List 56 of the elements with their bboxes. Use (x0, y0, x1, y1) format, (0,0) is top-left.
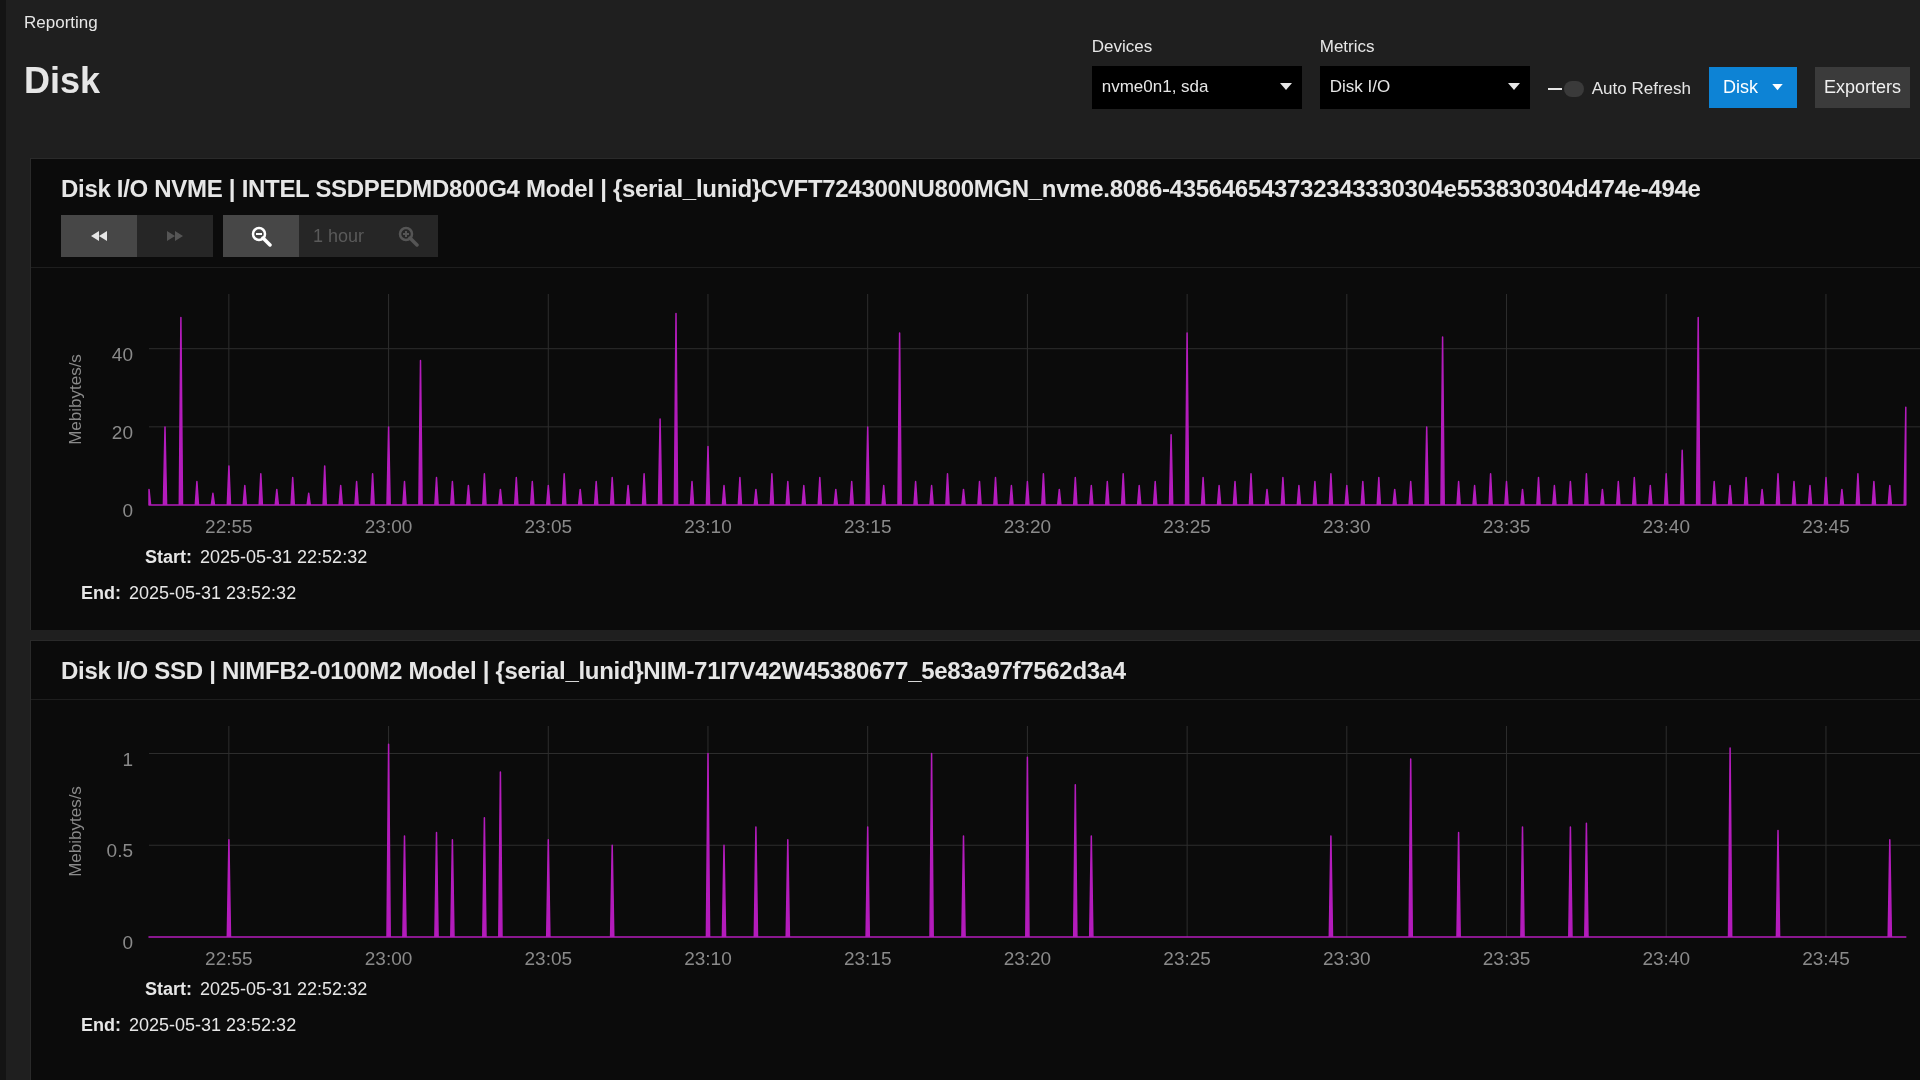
axis-tick-label: 23:30 (1323, 948, 1371, 969)
page-title: Disk (24, 58, 101, 103)
axis-title: Mebibytes/s (66, 354, 85, 445)
axis-tick-label: 22:55 (205, 516, 253, 537)
axis-tick-label: 23:10 (684, 948, 732, 969)
axis-tick-label: 22:55 (205, 948, 253, 969)
axis-tick-label: 23:20 (1003, 516, 1052, 537)
axis-tick-label: 1 (122, 748, 133, 770)
axis-tick-label: 23:20 (1003, 948, 1052, 969)
axis-tick-label: 23:40 (1642, 516, 1690, 537)
axis-tick-label: 23:25 (1163, 516, 1211, 537)
caret-icon (1279, 83, 1292, 91)
range-value: 2025-05-31 22:52:32 (200, 978, 368, 1001)
zoom-out-icon (250, 225, 272, 247)
dropdown-button[interactable]: Disk (1708, 66, 1797, 108)
axis-title: Mebibytes/s (66, 786, 85, 877)
caret-icon (1507, 83, 1520, 91)
axis-tick-label: 0.5 (106, 840, 133, 862)
chart-title: Disk I/O SSD | NIMFB2-0100M2 Model | {serial_lunid}NIM-71I7V42W45380677_5e83a97f7562d3a4 (60, 656, 1127, 686)
range-value: 2025-05-31 23:52:32 (129, 582, 297, 605)
axis-tick-label: 0 (122, 500, 133, 521)
axis-tick-label: 0 (122, 932, 133, 953)
exporters-button[interactable]: Exporters (1814, 66, 1910, 108)
breadcrumb: Reporting (24, 12, 99, 34)
rewind-button[interactable] (61, 215, 137, 257)
field-label: Devices (1091, 36, 1154, 58)
select-field[interactable]: Disk I/O (1319, 65, 1530, 109)
chart-title: Disk I/O NVME | INTEL SSDPEDMD800G4 Model | {serial_lunid}CVFT724300NU800MGN_nvme.8086-435646543732343330304e553830304d474e-494e (60, 174, 1702, 204)
axis-tick-label: 23:25 (1163, 948, 1211, 969)
axis-tick-label: 23:15 (843, 948, 892, 969)
axis-tick-label: 23:35 (1482, 516, 1531, 537)
axis-tick-label: 23:40 (1642, 948, 1690, 969)
axis-tick-label: 23:00 (364, 948, 413, 969)
axis-tick-label: 23:05 (524, 516, 573, 537)
range-label: End: (81, 1014, 121, 1037)
range-value: 2025-05-31 23:52:32 (129, 1014, 297, 1037)
toggle-switch[interactable] (1547, 80, 1584, 98)
range-label: Start: (145, 978, 192, 1001)
field-label: Metrics (1319, 36, 1376, 58)
range-label: Start: (145, 546, 192, 569)
axis-tick-label: 23:30 (1323, 516, 1371, 537)
axis-tick-label: 23:15 (843, 516, 892, 537)
axis-tick-label: 40 (111, 343, 133, 365)
zoom-in-icon (397, 225, 420, 247)
axis-tick-label: 23:05 (524, 948, 573, 969)
axis-tick-label: 23:45 (1802, 948, 1850, 969)
axis-tick-label: 23:10 (684, 516, 732, 537)
zoom-out-button[interactable] (223, 215, 299, 257)
toggle-label: Auto Refresh (1591, 78, 1691, 101)
range-value: 2025-05-31 22:52:32 (200, 546, 368, 569)
axis-tick-label: 23:35 (1482, 948, 1531, 969)
axis-tick-label: 23:45 (1802, 516, 1850, 537)
range-label: End: (81, 582, 121, 605)
select-field[interactable]: nvme0n1, sda (1091, 65, 1302, 109)
axis-tick-label: 20 (111, 421, 133, 443)
axis-tick-label: 23:00 (364, 516, 413, 537)
